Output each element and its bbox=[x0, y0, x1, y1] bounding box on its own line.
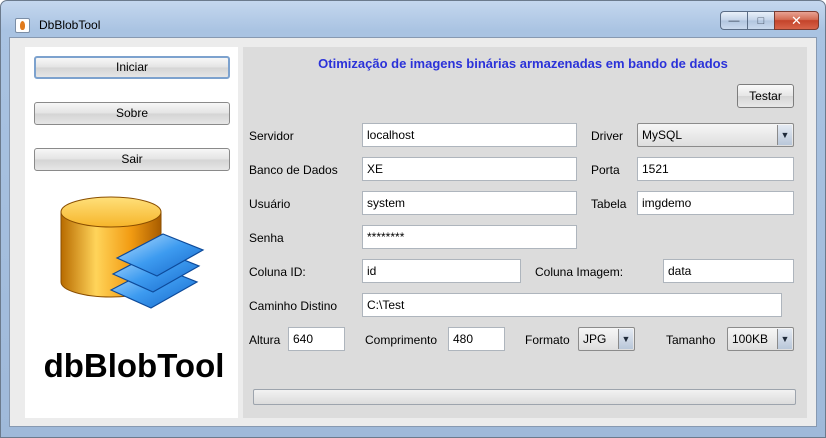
test-connection-button[interactable]: Testar bbox=[737, 84, 794, 108]
start-button[interactable]: Iniciar bbox=[34, 56, 230, 79]
minimize-button[interactable]: — bbox=[720, 11, 747, 30]
database-field[interactable]: XE bbox=[362, 157, 577, 181]
password-label: Senha bbox=[249, 231, 284, 245]
size-select[interactable]: 100KB ▼ bbox=[727, 327, 794, 351]
image-column-label: Coluna Imagem: bbox=[535, 265, 624, 279]
panel-heading: Otimização de imagens binárias armazenad… bbox=[318, 56, 728, 71]
id-column-label: Coluna ID: bbox=[249, 265, 306, 279]
server-label: Servidor bbox=[249, 129, 294, 143]
format-select[interactable]: JPG ▼ bbox=[578, 327, 635, 351]
driver-select[interactable]: MySQL ▼ bbox=[637, 123, 794, 147]
title-bar[interactable]: DbBlobTool — □ ✕ bbox=[1, 1, 825, 37]
about-button[interactable]: Sobre bbox=[34, 102, 230, 125]
image-column-field[interactable]: data bbox=[663, 259, 794, 283]
user-field[interactable]: system bbox=[362, 191, 577, 215]
progress-bar bbox=[253, 389, 796, 405]
close-icon: ✕ bbox=[791, 12, 802, 28]
chevron-down-icon[interactable]: ▼ bbox=[777, 125, 792, 145]
brand-title: dbBlobTool bbox=[43, 347, 225, 384]
size-label: Tamanho bbox=[666, 333, 716, 347]
app-window: DbBlobTool — □ ✕ Iniciar Sobre Sair dbBl… bbox=[0, 0, 826, 438]
exit-button[interactable]: Sair bbox=[34, 148, 230, 171]
database-logo-icon bbox=[60, 196, 205, 309]
height-label: Altura bbox=[249, 333, 281, 347]
format-label: Formato bbox=[525, 333, 570, 347]
driver-label: Driver bbox=[591, 129, 623, 143]
chevron-down-icon[interactable]: ▼ bbox=[777, 329, 792, 349]
size-select-value: 100KB bbox=[732, 332, 769, 346]
client-area: Iniciar Sobre Sair dbBlobTool Otimização… bbox=[9, 37, 817, 427]
width-field[interactable]: 480 bbox=[448, 327, 505, 351]
dest-path-label: Caminho Distino bbox=[249, 299, 338, 313]
settings-panel: Otimização de imagens binárias armazenad… bbox=[243, 47, 807, 418]
format-select-value: JPG bbox=[583, 332, 607, 346]
table-label: Tabela bbox=[591, 197, 627, 211]
dest-path-field[interactable]: C:\Test bbox=[362, 293, 782, 317]
maximize-button[interactable]: □ bbox=[747, 11, 774, 30]
chevron-down-icon[interactable]: ▼ bbox=[618, 329, 633, 349]
table-field[interactable]: imgdemo bbox=[637, 191, 794, 215]
user-label: Usuário bbox=[249, 197, 291, 211]
close-button[interactable]: ✕ bbox=[774, 11, 819, 30]
sidebar: Iniciar Sobre Sair dbBlobTool bbox=[25, 47, 238, 418]
height-field[interactable]: 640 bbox=[288, 327, 345, 351]
id-column-field[interactable]: id bbox=[362, 259, 521, 283]
maximize-icon: □ bbox=[757, 14, 765, 27]
width-label: Comprimento bbox=[365, 333, 438, 347]
port-label: Porta bbox=[591, 163, 620, 177]
server-field[interactable]: localhost bbox=[362, 123, 577, 147]
java-app-icon bbox=[15, 18, 30, 33]
database-label: Banco de Dados bbox=[249, 163, 338, 177]
driver-select-value: MySQL bbox=[642, 128, 683, 142]
password-field[interactable]: ******** bbox=[362, 225, 577, 249]
port-field[interactable]: 1521 bbox=[637, 157, 794, 181]
window-controls: — □ ✕ bbox=[720, 11, 819, 31]
minimize-icon: — bbox=[728, 14, 740, 27]
window-title: DbBlobTool bbox=[39, 18, 101, 32]
